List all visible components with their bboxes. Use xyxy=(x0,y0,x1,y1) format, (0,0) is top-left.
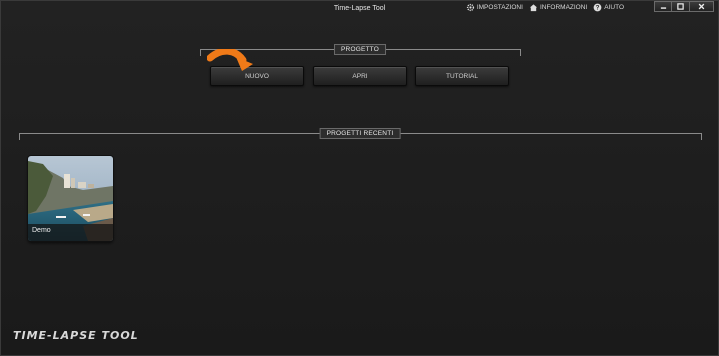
recent-project-name: Demo xyxy=(28,224,113,241)
svg-text:?: ? xyxy=(596,5,600,12)
project-section-label: PROGETTO xyxy=(334,44,386,55)
help-label: AIUTO xyxy=(604,4,624,11)
info-menu-item[interactable]: INFORMAZIONI xyxy=(529,3,587,12)
maximize-button[interactable] xyxy=(672,1,690,12)
open-project-button[interactable]: APRI xyxy=(313,66,407,86)
top-menu: IMPOSTAZIONI INFORMAZIONI ? AIUTO xyxy=(466,3,624,12)
info-label: INFORMAZIONI xyxy=(539,4,588,11)
gear-icon xyxy=(466,3,474,12)
window-controls xyxy=(654,1,714,12)
minimize-button[interactable] xyxy=(654,1,672,12)
minimize-icon xyxy=(660,7,666,9)
app-window: Time-Lapse Tool IMPOSTAZIONI INFORMAZION… xyxy=(0,0,719,356)
maximize-icon xyxy=(677,3,684,10)
help-menu-item[interactable]: ? AIUTO xyxy=(593,3,624,12)
settings-menu-item[interactable]: IMPOSTAZIONI xyxy=(466,3,523,12)
house-icon xyxy=(529,4,538,12)
title-bar[interactable]: Time-Lapse Tool IMPOSTAZIONI INFORMAZION… xyxy=(1,1,718,17)
arrow-icon xyxy=(207,49,253,71)
app-logo: TIME-LAPSE TOOL xyxy=(13,329,139,342)
close-icon xyxy=(698,3,705,10)
tutorial-button[interactable]: TUTORIAL xyxy=(415,66,509,86)
help-icon: ? xyxy=(593,3,602,12)
settings-label: IMPOSTAZIONI xyxy=(476,4,523,11)
close-button[interactable] xyxy=(690,1,714,12)
recent-project-card[interactable]: Demo xyxy=(28,156,113,241)
recent-section-label: PROGETTI RECENTI xyxy=(319,128,401,139)
